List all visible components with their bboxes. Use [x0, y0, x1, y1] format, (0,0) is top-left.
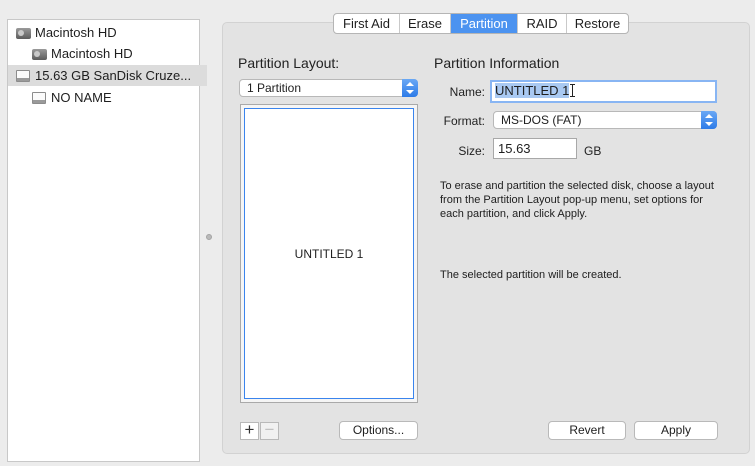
name-label: Name:: [449, 85, 485, 99]
hard-disk-icon: [16, 26, 31, 40]
partition-status: The selected partition will be created.: [440, 269, 622, 281]
split-view-handle[interactable]: [206, 234, 212, 240]
disk-sidebar: Macintosh HD Macintosh HD 15.63 GB SanDi…: [7, 19, 207, 462]
size-label: Size:: [458, 144, 485, 158]
sidebar-item-label: NO NAME: [51, 90, 112, 105]
tab-restore[interactable]: Restore: [567, 14, 628, 33]
partition-layout-map: UNTITLED 1: [240, 104, 418, 403]
partition-instructions: To erase and partition the selected disk…: [440, 180, 714, 220]
partition-layout-value: 1 Partition: [247, 81, 302, 95]
usb-drive-icon: [16, 69, 31, 83]
partition-block[interactable]: UNTITLED 1: [244, 108, 414, 399]
partition-information-title: Partition Information: [434, 55, 560, 71]
sidebar-item-macintosh-hd-volume[interactable]: Macintosh HD: [8, 43, 223, 64]
size-field[interactable]: 15.63: [493, 138, 577, 159]
hard-disk-icon: [32, 47, 47, 61]
tab-bar: First Aid Erase Partition RAID Restore: [333, 13, 629, 34]
partition-layout-popup[interactable]: 1 Partition: [239, 79, 418, 97]
partition-layout-title: Partition Layout:: [238, 55, 340, 71]
sidebar-item-label: Macintosh HD: [35, 25, 117, 40]
tab-partition[interactable]: Partition: [451, 14, 518, 33]
popup-chevron-icon: [701, 111, 717, 129]
size-unit: GB: [584, 144, 602, 158]
remove-partition-button[interactable]: −: [260, 421, 279, 440]
sidebar-item-no-name-volume[interactable]: NO NAME: [8, 87, 223, 108]
format-popup[interactable]: MS-DOS (FAT): [493, 111, 717, 129]
popup-chevron-icon: [402, 79, 418, 97]
sidebar-item-sandisk-disk[interactable]: 15.63 GB SanDisk Cruze...: [8, 65, 207, 86]
add-partition-button[interactable]: +: [240, 421, 259, 440]
usb-drive-icon: [32, 91, 47, 105]
revert-button[interactable]: Revert: [548, 421, 626, 440]
tab-first-aid[interactable]: First Aid: [334, 14, 400, 33]
format-label: Format:: [443, 114, 485, 128]
apply-button[interactable]: Apply: [634, 421, 718, 440]
sidebar-item-macintosh-hd-disk[interactable]: Macintosh HD: [8, 22, 207, 43]
sidebar-item-label: Macintosh HD: [51, 46, 133, 61]
options-button[interactable]: Options...: [339, 421, 418, 440]
tab-raid[interactable]: RAID: [518, 14, 567, 33]
tab-erase[interactable]: Erase: [400, 14, 451, 33]
name-field-value: UNTITLED 1: [495, 83, 570, 98]
partition-block-label: UNTITLED 1: [294, 246, 364, 261]
text-cursor-icon: [570, 84, 576, 97]
name-field[interactable]: UNTITLED 1: [490, 80, 717, 103]
sidebar-item-label: 15.63 GB SanDisk Cruze...: [35, 68, 192, 83]
format-value: MS-DOS (FAT): [501, 113, 582, 127]
